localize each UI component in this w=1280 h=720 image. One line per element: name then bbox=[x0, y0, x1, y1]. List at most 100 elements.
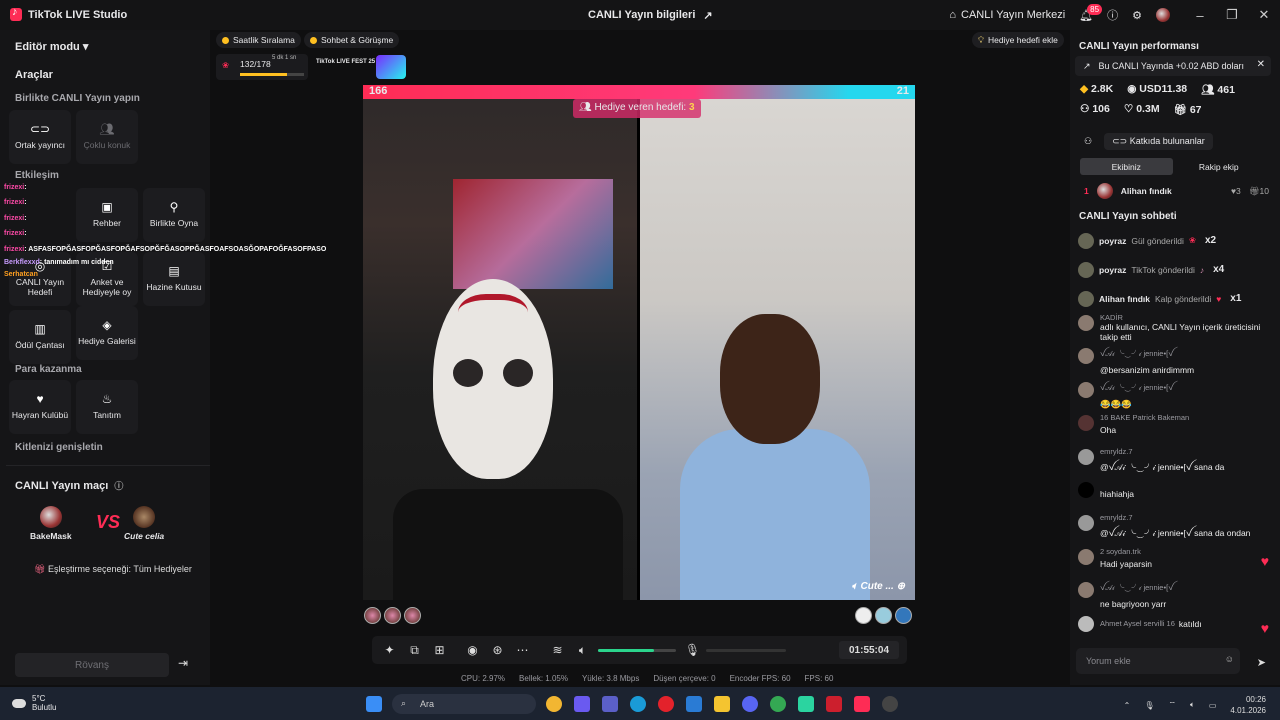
right-supporters[interactable] bbox=[855, 607, 912, 624]
reward-bag-tile[interactable]: ▥ Ödül Çantası bbox=[9, 310, 71, 364]
close-icon[interactable]: ✕ bbox=[1257, 59, 1265, 70]
cohost-tile[interactable]: ⊂⊃ Ortak yayıncı bbox=[9, 110, 71, 164]
match-player-left[interactable]: BakeMask bbox=[30, 506, 72, 541]
discord-icon[interactable] bbox=[742, 696, 758, 712]
chat-message[interactable]: ꪜ𝒜𝒾 ╰‿╯𝒾 jennie•[ꪜ ne bagriyoon yarr bbox=[1078, 580, 1273, 613]
earnings-note[interactable]: ↗ Bu CANLI Yayında +0.02 ABD doları ✕ bbox=[1075, 56, 1271, 76]
maximize-button[interactable]: ❐ bbox=[1216, 7, 1248, 23]
settings-app-icon[interactable] bbox=[882, 696, 898, 712]
notifications-button[interactable]: 🔔︎ 85 bbox=[1079, 3, 1103, 22]
exit-icon: ⇥ bbox=[178, 656, 189, 670]
chrome-profile-icon[interactable] bbox=[770, 696, 786, 712]
add-gift-goal-chip[interactable]: 💡︎ Hediye hedefi ekle bbox=[972, 32, 1064, 48]
minimize-button[interactable]: – bbox=[1184, 8, 1216, 23]
editor-mode-dropdown[interactable]: Editör modu ▾ bbox=[15, 40, 88, 53]
comment-input[interactable]: Yorum ekle ☺ bbox=[1076, 648, 1240, 674]
live-center-button[interactable]: ⌂ CANLI Yayın Merkezi bbox=[949, 9, 1065, 21]
edge-icon[interactable] bbox=[630, 696, 646, 712]
clock[interactable]: 00:26 4.01.2026 bbox=[1230, 694, 1266, 716]
chat-list: KADİR adlı kullanıcı, CANLI Yayın içerik … bbox=[1078, 313, 1273, 647]
cloud-icon bbox=[12, 698, 26, 708]
mic-slider[interactable] bbox=[706, 649, 786, 652]
system-tray: ⌃ 🎙︎ ⌔ 🔈︎ ▭ 00:26 4.01.2026 bbox=[1124, 694, 1266, 716]
layout-icon[interactable]: ⧉ bbox=[402, 643, 427, 658]
gallery-icon: ◈ bbox=[102, 318, 112, 333]
battery-icon[interactable]: ▭ bbox=[1209, 701, 1217, 710]
more-icon[interactable]: ⋯ bbox=[510, 643, 535, 657]
contributor-rank-row[interactable]: 1 Alihan fındık ♥3 🎁︎10 bbox=[1084, 183, 1269, 199]
app-icon[interactable] bbox=[798, 696, 814, 712]
battle-score-bar: 166 21 bbox=[363, 85, 915, 99]
settings-button[interactable]: ⚙ bbox=[1132, 9, 1142, 22]
chat-message[interactable]: Ahmet Aysel servilli 16 katıldı ♥ bbox=[1078, 614, 1273, 647]
fest-icon[interactable] bbox=[376, 55, 406, 79]
match-preference[interactable]: 🎁︎ Eşleştirme seçeneği: Tüm Hediyeler bbox=[34, 564, 192, 575]
volume-icon[interactable]: 🔈︎ bbox=[1190, 700, 1195, 710]
magic-wand-icon[interactable]: ✦ bbox=[377, 643, 402, 657]
chat-message[interactable]: ꪜ𝒜𝒾 ╰‿╯𝒾 jennie•[ꪜ @bersanizim anirdimmm bbox=[1078, 346, 1273, 379]
wifi-icon[interactable]: ⌔ bbox=[1169, 700, 1177, 710]
live-info-button[interactable]: CANLI Yayın bilgileri ↗ bbox=[588, 9, 713, 22]
tiktok-studio-icon[interactable] bbox=[854, 696, 870, 712]
overlay-line: Serhatcan bbox=[4, 271, 38, 279]
teams-icon[interactable] bbox=[602, 696, 618, 712]
weather-widget[interactable]: 5°C Bulutlu bbox=[12, 694, 56, 712]
contributors-button[interactable]: ⊂⊃ Katkıda bulunanlar bbox=[1104, 133, 1213, 150]
record-icon[interactable]: ◉ bbox=[460, 643, 485, 657]
chat-message[interactable]: emryldz.7 @ꪜ𝒜𝒾 ╰‿╯𝒾 jennie•[ꪜ sana da ond… bbox=[1078, 513, 1273, 546]
gift-goal-banner[interactable]: 👥︎ Hediye veren hedefi: 3 bbox=[573, 99, 701, 118]
multi-guest-tile[interactable]: 👥︎ Çoklu konuk bbox=[76, 110, 138, 164]
microphone-icon[interactable]: 🎙︎ bbox=[1144, 701, 1154, 710]
team-tabs: Ekibiniz Rakip ekip bbox=[1080, 158, 1265, 175]
taskbar-search[interactable]: ⌕ Ara bbox=[392, 694, 536, 714]
left-supporters[interactable] bbox=[364, 607, 421, 624]
send-icon[interactable]: ➤ bbox=[1257, 656, 1266, 669]
profile-avatar[interactable] bbox=[1156, 8, 1170, 22]
people-icon: 👥︎ bbox=[99, 122, 115, 137]
people-icon: 👥︎ bbox=[1201, 84, 1215, 96]
tab-rival-team[interactable]: Rakip ekip bbox=[1173, 158, 1266, 175]
gift-icon: 🎁︎ bbox=[34, 564, 46, 574]
fan-club-tile[interactable]: ♥ Hayran Kulübü bbox=[9, 380, 71, 434]
chat-message[interactable]: 2 soydan.trk Hadi yaparsin ♥ bbox=[1078, 547, 1273, 580]
gift-gallery-tile[interactable]: ◈ Hediye Galerisi bbox=[76, 306, 138, 360]
perf-title: CANLI Yayın performansı bbox=[1079, 41, 1199, 52]
help-icon: ⓘ bbox=[1107, 10, 1119, 22]
copilot-icon[interactable] bbox=[574, 696, 590, 712]
add-source-icon[interactable]: ⊞ bbox=[427, 643, 452, 657]
folder-icon[interactable] bbox=[714, 696, 730, 712]
close-button[interactable]: ✕ bbox=[1248, 7, 1280, 23]
microphone-icon[interactable]: 🎙︎ bbox=[680, 643, 705, 657]
chat-meet-chip[interactable]: Sohbet & Görüşme bbox=[304, 32, 400, 48]
avatar bbox=[1078, 348, 1094, 365]
chat-message[interactable]: hiahiahja bbox=[1078, 480, 1273, 513]
sliders-icon[interactable]: ≋ bbox=[545, 643, 570, 657]
chevron-up-icon[interactable]: ⌃ bbox=[1124, 701, 1131, 710]
exit-match-button[interactable]: ⇥ bbox=[178, 656, 188, 670]
tab-our-team[interactable]: Ekibiniz bbox=[1080, 158, 1173, 175]
live-fest-badge[interactable]: TikTok LIVE FEST 25 bbox=[316, 58, 375, 66]
video-app-icon[interactable] bbox=[826, 696, 842, 712]
live-match-title: CANLI Yayın maçı ⓘ bbox=[15, 479, 124, 492]
windows-start-icon[interactable] bbox=[366, 696, 382, 712]
avatar bbox=[39, 506, 62, 528]
cohost-tag[interactable]: 🔈︎ Cute ... ⊕ bbox=[852, 581, 905, 592]
help-button[interactable]: ⓘ bbox=[1107, 7, 1118, 23]
rematch-button[interactable]: Rövanş bbox=[15, 653, 169, 677]
opera-icon[interactable] bbox=[658, 696, 674, 712]
chat-message[interactable]: emryldz.7 @ꪜ𝒜𝒾 ╰‿╯𝒾 jennie•[ꪜ sana da bbox=[1078, 447, 1273, 480]
promo-tile[interactable]: ♨ Tanıtım bbox=[76, 380, 138, 434]
hourly-progress-widget[interactable]: ❀ 132/178 5 dk 1 sn bbox=[216, 54, 308, 80]
avatar bbox=[1078, 448, 1094, 465]
mail-icon[interactable] bbox=[686, 696, 702, 712]
chat-message[interactable]: ꪜ𝒜𝒾 ╰‿╯𝒾 jennie•[ꪜ 😂😂😂 bbox=[1078, 380, 1273, 413]
chrome-icon[interactable] bbox=[546, 696, 562, 712]
chat-message[interactable]: KADİR adlı kullanıcı, CANLI Yayın içerik … bbox=[1078, 313, 1273, 346]
volume-slider[interactable] bbox=[598, 649, 676, 652]
chat-message[interactable]: 16 BAKE Patrick Bakeman Oha bbox=[1078, 413, 1273, 446]
camera-settings-icon[interactable]: ⊛ bbox=[485, 643, 510, 657]
match-player-right[interactable]: Cute celia bbox=[124, 506, 164, 541]
speaker-icon[interactable]: 🔈︎ bbox=[570, 643, 595, 658]
hourly-rank-chip[interactable]: Saatlik Sıralama bbox=[216, 32, 301, 48]
emoji-icon[interactable]: ☺ bbox=[1225, 654, 1234, 664]
